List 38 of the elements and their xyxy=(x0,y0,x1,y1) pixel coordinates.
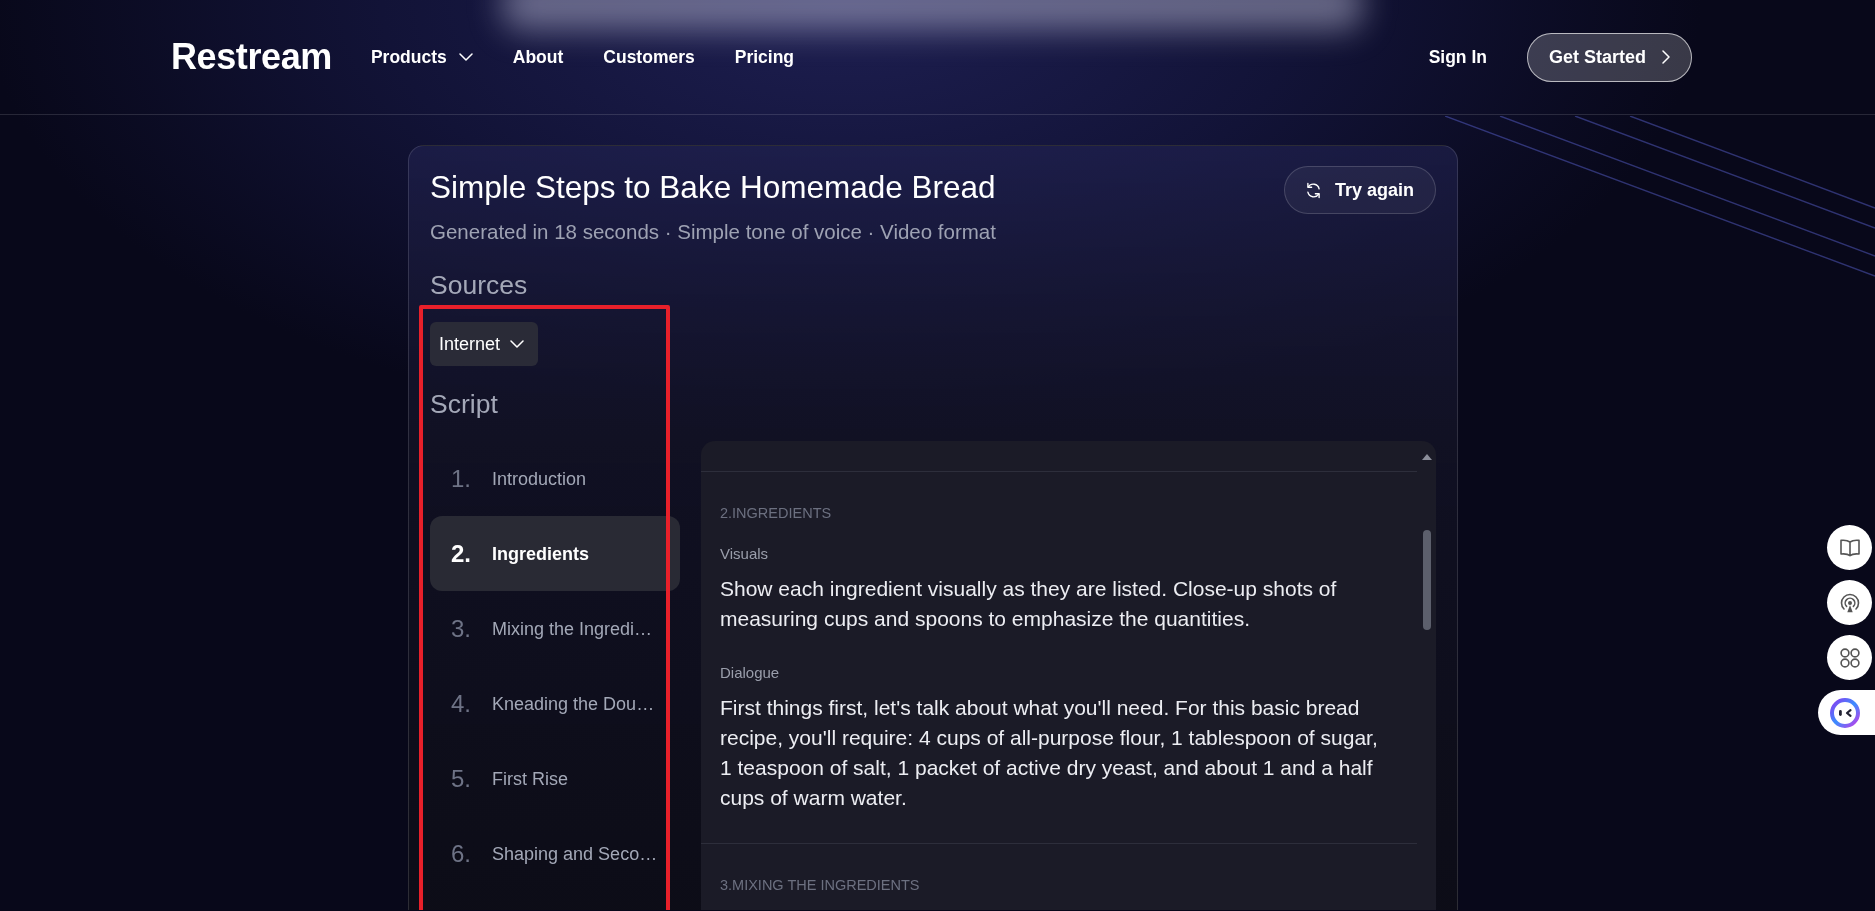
script-step[interactable]: 4. Kneading the Dou… xyxy=(430,666,680,741)
scroll-up-arrow-icon xyxy=(1421,454,1432,460)
script-step[interactable]: 2. Ingredients xyxy=(430,516,680,591)
page-title: Simple Steps to Bake Homemade Bread xyxy=(430,168,996,207)
sign-in-link[interactable]: Sign In xyxy=(1428,46,1487,68)
script-step[interactable]: 6. Shaping and Seco… xyxy=(430,816,680,891)
nav-link[interactable]: Pricing xyxy=(734,46,795,68)
book-button[interactable] xyxy=(1827,525,1872,570)
nav-link[interactable]: About xyxy=(512,46,564,68)
assistant-button[interactable] xyxy=(1818,690,1875,735)
grid-button[interactable] xyxy=(1827,635,1872,680)
get-started-button[interactable]: Get Started xyxy=(1526,32,1692,82)
broadcast-button[interactable] xyxy=(1827,580,1872,625)
generation-info: Generated in 18 seconds · Simple tone of voice · Video format xyxy=(430,219,996,245)
grid-icon xyxy=(1839,647,1860,668)
logo[interactable]: Restream xyxy=(171,37,332,77)
section-heading: 3.MIXING THE INGREDIENTS xyxy=(720,876,921,895)
section-heading: 2.INGREDIENTS xyxy=(720,504,833,523)
try-again-button[interactable]: Try again xyxy=(1283,166,1436,214)
chevron-down-icon xyxy=(510,340,525,348)
nav-link[interactable]: Products xyxy=(370,46,473,68)
book-icon xyxy=(1839,538,1860,557)
chevron-right-icon xyxy=(1662,50,1670,64)
script-step[interactable]: 1. Introduction xyxy=(430,441,680,516)
block-label: Visuals xyxy=(720,544,770,564)
sources-heading: Sources xyxy=(430,269,529,301)
broadcast-icon xyxy=(1839,592,1860,613)
source-dropdown[interactable]: Internet xyxy=(430,322,539,366)
script-step[interactable]: 5. First Rise xyxy=(430,741,680,816)
block-text: First things first, let's talk about what you'll need. For this basic bread recipe, you'll require: 4 cups of all-purpose flour, 1 tablespoon of sugar, 1 teaspoon of salt, 1 packet of active dry yeast, and about 1 and a half cups of warm water. xyxy=(720,695,1379,811)
block-text: Show each ingredient visually as they are listed. Close-up shots of measuring cups and spoons to emphasize the quantities. xyxy=(720,576,1338,632)
script-step[interactable]: 3. Mixing the Ingredi… xyxy=(430,591,680,666)
scrollbar-thumb[interactable] xyxy=(1422,530,1431,630)
nav-link[interactable]: Customers xyxy=(603,46,695,68)
script-heading: Script xyxy=(430,388,499,420)
refresh-icon xyxy=(1304,181,1322,199)
ring-face-icon xyxy=(1830,697,1860,728)
block-label: Dialogue xyxy=(720,663,781,683)
